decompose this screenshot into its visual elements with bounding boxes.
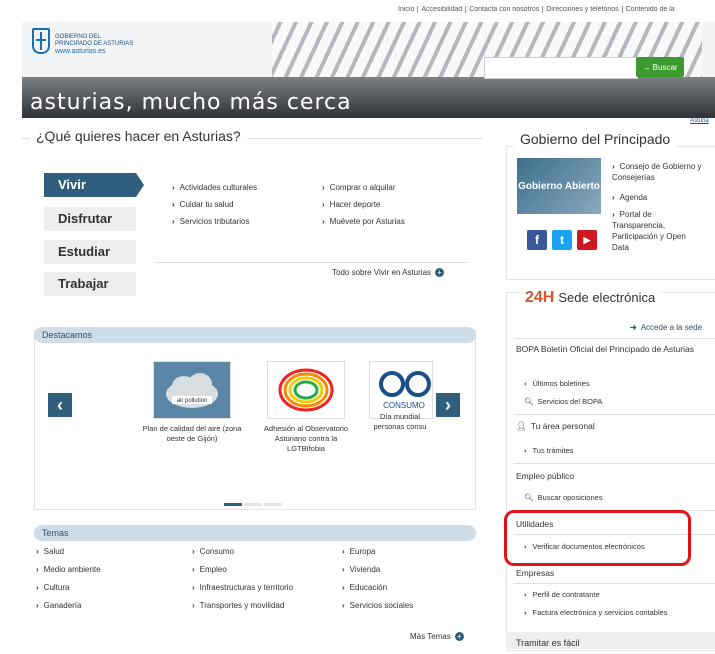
divider <box>514 463 715 464</box>
plus-circle-icon: + <box>435 268 445 278</box>
search-button[interactable]: → Buscar <box>636 57 684 77</box>
crest-icon <box>32 28 50 54</box>
top-utility-links: Inicio Accesibilidad Contacta con nosotros… <box>395 6 715 20</box>
tab-trabajar[interactable]: Trabajar <box>44 272 136 296</box>
sede-24h-icon: 24H <box>525 289 555 306</box>
tab-disfrutar[interactable]: Disfrutar <box>44 207 136 231</box>
search-input[interactable] <box>484 57 638 79</box>
bopa-title[interactable]: BOPA Boletín Oficial del Principado de A… <box>516 344 711 355</box>
que-hacer-title: ¿Qué quieres hacer en Asturias? <box>30 128 247 144</box>
empresas-title[interactable]: Empresas <box>516 568 554 579</box>
tema-europa[interactable]: Europa <box>342 547 376 556</box>
carousel-dot[interactable] <box>244 503 262 506</box>
link-servicios-tributarios[interactable]: Servicios tributarios <box>172 217 250 226</box>
consumo-logo-icon: CONSUMO <box>379 371 431 410</box>
link-direcciones[interactable]: Direcciones y teléfonos <box>542 6 622 13</box>
caption-lgtbi[interactable]: Adhesión al Observatorio Asturiano contr… <box>256 424 356 454</box>
divider <box>514 414 715 415</box>
user-icon: 👤︎ <box>516 421 527 431</box>
divider <box>155 262 468 263</box>
destacamos-header: Destacamos <box>34 327 476 343</box>
caption-plan-calidad[interactable]: Plan de calidad del aire (zona oeste de … <box>140 424 244 444</box>
thumb-air-pollution[interactable]: air pollution <box>153 361 231 419</box>
link-agenda[interactable]: Agenda <box>612 192 712 203</box>
carousel-dot[interactable] <box>264 503 282 506</box>
link-tus-tramites[interactable]: Tus trámites <box>524 446 574 455</box>
tramitar-facil-bar[interactable]: Tramitar es fácil <box>506 632 715 649</box>
link-comprar-alquilar[interactable]: Comprar o alquilar <box>322 183 396 192</box>
tema-educacion[interactable]: Educación <box>342 583 387 592</box>
slogan: asturias, mucho más cerca <box>30 90 352 115</box>
tema-consumo[interactable]: Consumo <box>192 547 234 556</box>
carousel-next-arrow-icon[interactable]: › <box>436 393 460 417</box>
sede-title: 24H Sede electrónica <box>520 289 661 307</box>
tema-medio-ambiente[interactable]: Medio ambiente <box>36 565 101 574</box>
tema-vivienda[interactable]: Vivienda <box>342 565 381 574</box>
thumb-text-air: air pollution <box>177 398 208 404</box>
divider <box>514 583 715 584</box>
plus-circle-icon: + <box>454 632 464 642</box>
thumb-lgtbi[interactable] <box>267 361 345 419</box>
tema-ganaderia[interactable]: Ganadería <box>36 601 82 610</box>
link-actividades-culturales[interactable]: Actividades culturales <box>172 183 257 192</box>
temas-header: Temas <box>34 525 476 541</box>
facebook-icon[interactable]: f <box>527 230 547 250</box>
link-cuidar-salud[interactable]: Cuidar tu salud <box>172 200 234 209</box>
mas-temas-link[interactable]: Más Temas + <box>410 632 464 642</box>
gobierno-abierto-image[interactable]: Gobierno Abierto <box>517 158 601 214</box>
highlight-box <box>504 510 691 566</box>
carousel-prev-arrow-icon[interactable]: ‹ <box>48 393 72 417</box>
tema-infraestructuras[interactable]: Infraestructuras y territorio <box>192 583 293 592</box>
link-servicios-bopa[interactable]: 🔍︎ Servicios del BOPA <box>524 397 602 406</box>
link-buscar-oposiciones[interactable]: 🔍︎ Buscar oposiciones <box>524 493 603 502</box>
area-personal-title[interactable]: 👤︎ Tu área personal <box>516 421 595 432</box>
search-icon: 🔍︎ <box>524 493 534 502</box>
caption-consumo[interactable]: Día mundial personas consu <box>369 412 431 432</box>
gobierno-title: Gobierno del Principado <box>514 131 677 147</box>
tema-salud[interactable]: Salud <box>36 547 64 556</box>
link-ultimos-boletines[interactable]: Últimos boletines <box>524 379 590 388</box>
link-factura-electronica[interactable]: Factura electrónica y servicios contable… <box>524 608 668 617</box>
search-icon: 🔍︎ <box>524 397 534 406</box>
empleo-publico-title[interactable]: Empleo público <box>516 471 574 482</box>
link-inicio[interactable]: Inicio <box>395 6 417 13</box>
youtube-icon[interactable]: ▶ <box>577 230 597 250</box>
rainbow-rings-icon <box>278 368 334 412</box>
org-url: www.asturias.es <box>55 48 106 55</box>
tab-vivir[interactable]: Vivir <box>44 173 144 197</box>
tema-transportes[interactable]: Transportes y movilidad <box>192 601 285 610</box>
org-line1: GOBIERNO DEL <box>55 34 101 40</box>
link-hacer-deporte[interactable]: Hacer deporte <box>322 200 381 209</box>
org-line2: PRINCIPADO DE ASTURIAS <box>55 41 134 47</box>
asturias-link[interactable]: Asturia <box>690 118 709 124</box>
tab-estudiar[interactable]: Estudiar <box>44 240 136 264</box>
link-contenido[interactable]: Contenido de la <box>621 6 678 13</box>
link-portal-transparencia[interactable]: Portal de Transparencia, Participación y… <box>612 209 702 253</box>
link-accesibilidad[interactable]: Accesibilidad <box>417 6 466 13</box>
link-contacta[interactable]: Contacta con nosotros <box>465 6 543 13</box>
tema-servicios-sociales[interactable]: Servicios sociales <box>342 601 414 610</box>
todo-vivir-link[interactable]: Todo sobre Vivir en Asturias + <box>332 268 445 278</box>
thumb-consumo[interactable]: CONSUMO <box>369 361 433 419</box>
tema-cultura[interactable]: Cultura <box>36 583 70 592</box>
tema-empleo[interactable]: Empleo <box>192 565 227 574</box>
thumb-text-consumo: CONSUMO <box>383 401 425 410</box>
acceder-sede-link[interactable]: ➔ Accede a la sede <box>630 323 702 332</box>
twitter-icon[interactable]: t <box>552 230 572 250</box>
header-banner: GOBIERNO DEL PRINCIPADO DE ASTURIAS www.a… <box>22 22 715 118</box>
link-consejo-gobierno[interactable]: Consejo de Gobierno y Consejerías <box>612 161 712 183</box>
carousel-dots <box>224 493 288 506</box>
government-logo[interactable]: GOBIERNO DEL PRINCIPADO DE ASTURIAS www.a… <box>32 28 162 68</box>
cloud-icon: air pollution <box>154 362 230 418</box>
carousel-dot-active[interactable] <box>224 503 242 506</box>
link-muevete[interactable]: Muévete por Asturias <box>322 217 405 226</box>
login-arrow-icon: ➔ <box>630 323 637 332</box>
link-perfil-contratante[interactable]: Perfil de contratante <box>524 590 600 599</box>
divider <box>514 338 715 339</box>
